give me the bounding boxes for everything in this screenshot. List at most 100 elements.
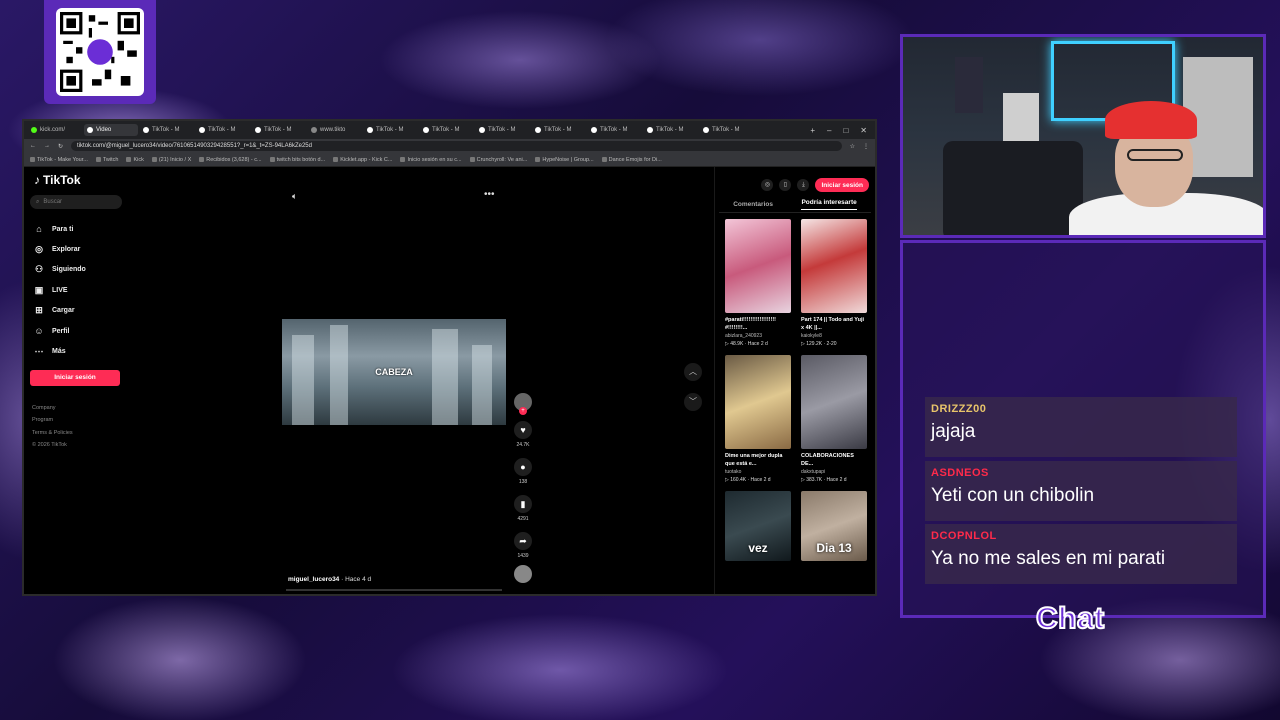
video-progress-bar[interactable] xyxy=(286,589,502,591)
download-icon[interactable]: ⤓ xyxy=(797,179,810,191)
qr-code-card xyxy=(44,0,156,104)
video-card[interactable]: Dia 13 xyxy=(801,491,867,561)
browser-tab[interactable]: kick.com/ xyxy=(28,124,82,136)
header-login-button[interactable]: Iniciar sesión xyxy=(815,178,869,192)
video-card-user[interactable]: tuotako xyxy=(725,469,791,475)
footer-link[interactable]: Program xyxy=(32,414,130,427)
tab-recommended[interactable]: Podría interesarte xyxy=(801,199,857,210)
sidebar-item-siguiendo[interactable]: ⚇ Siguiendo xyxy=(30,260,130,280)
browser-tab[interactable]: TikTok - M xyxy=(420,124,474,136)
bookmark-icon[interactable]: ▮ xyxy=(514,495,532,513)
video-thumbnail[interactable]: Dia 13 xyxy=(801,491,867,561)
footer-link[interactable]: Company xyxy=(32,402,130,415)
video-thumbnail[interactable] xyxy=(801,219,867,313)
share-icon[interactable]: ➦ xyxy=(514,532,532,550)
video-thumbnail[interactable] xyxy=(725,355,791,449)
more-options-icon[interactable]: ••• xyxy=(484,189,495,200)
sound-icon[interactable]: 🔈︎ xyxy=(292,191,297,202)
video-card[interactable]: vez xyxy=(725,491,791,561)
reload-icon[interactable]: ↻ xyxy=(58,143,63,150)
video-author[interactable]: miguel_lucero34 xyxy=(288,576,339,583)
music-disc-icon[interactable] xyxy=(514,565,532,583)
menu-icon[interactable]: ⋮ xyxy=(863,143,869,150)
video-card[interactable]: Dime una mejor dupla que está e... tuotak… xyxy=(725,355,791,483)
video-player[interactable]: CABEZA xyxy=(282,319,506,425)
video-thumbnail[interactable]: vez xyxy=(725,491,791,561)
like-icon[interactable]: ♥ xyxy=(514,421,532,439)
browser-tab[interactable]: www.tikto xyxy=(308,124,362,136)
browser-tab[interactable]: Video xyxy=(84,124,138,136)
follow-plus-icon[interactable]: + xyxy=(519,407,527,415)
browser-tab[interactable]: TikTok - M xyxy=(700,124,754,136)
tab-favicon-icon xyxy=(367,127,373,133)
sidebar-item-para-ti[interactable]: ⌂ Para ti xyxy=(30,219,130,239)
author-avatar[interactable]: + xyxy=(514,393,532,415)
tab-label: TikTok - M xyxy=(656,127,684,133)
tab-label: TikTok - M xyxy=(152,127,180,133)
chat-username: DCOPNLOL xyxy=(931,530,997,542)
search-input[interactable]: ⌕ Buscar xyxy=(30,195,122,209)
sidebar-item-más[interactable]: ⋯ Más xyxy=(30,341,130,361)
forward-icon[interactable]: → xyxy=(44,143,50,149)
url-field[interactable]: tiktok.com/@miguel_lucero34/video/761065… xyxy=(71,141,842,151)
bookmark-favicon-icon xyxy=(30,157,35,162)
maximize-icon[interactable]: □ xyxy=(843,126,848,135)
video-card[interactable]: Part 174 || Todo and Yuji x 4K ||... kaio… xyxy=(801,219,867,347)
bookmark-item[interactable]: Inicio sesión en su c... xyxy=(400,157,462,163)
tab-favicon-icon xyxy=(143,127,149,133)
bookmark-item[interactable]: Kicklet.app - Kick C... xyxy=(333,157,392,163)
video-thumbnail[interactable] xyxy=(725,219,791,313)
bookmark-label: HypeNoise | Group... xyxy=(542,156,594,163)
bookmark-item[interactable]: Recibidos (3,628) - c... xyxy=(199,157,262,163)
chevron-down-icon[interactable]: ﹀ xyxy=(684,393,702,411)
browser-tab[interactable]: TikTok - M xyxy=(196,124,250,136)
tab-label: kick.com/ xyxy=(40,127,66,133)
sidebar-item-cargar[interactable]: ⊞ Cargar xyxy=(30,301,130,321)
browser-tab[interactable]: TikTok - M xyxy=(644,124,698,136)
video-card-stats: ▷ 160.4K · Hace 2 d xyxy=(725,477,771,483)
sidebar-item-live[interactable]: ▣ LIVE xyxy=(30,280,130,300)
like-count: 24.7K xyxy=(516,442,530,448)
bookmark-item[interactable]: Dance Emojis for Di... xyxy=(601,157,662,163)
phone-icon[interactable]: ▯ xyxy=(779,179,792,191)
comment-icon[interactable]: ● xyxy=(514,458,532,476)
browser-tab[interactable]: TikTok - M xyxy=(476,124,530,136)
tiktok-logo[interactable]: ♪ TikTok xyxy=(34,173,130,187)
star-icon[interactable]: ☆ xyxy=(850,143,855,150)
chevron-up-icon[interactable]: ︿ xyxy=(684,363,702,381)
compass-icon[interactable]: ◎ xyxy=(761,179,774,191)
bookmark-item[interactable]: HypeNoise | Group... xyxy=(535,156,594,163)
browser-window: kick.com/Video TikTok - M TikTok - M TikTok… xyxy=(22,119,877,596)
browser-tab[interactable]: TikTok - M xyxy=(364,124,418,136)
browser-tab[interactable]: TikTok - M xyxy=(252,124,306,136)
video-card[interactable]: #parati!!!!!!!!!!!!!!!!!! #!!!!!!!!... ab… xyxy=(725,219,791,347)
video-card-user[interactable]: kaiokyle8 xyxy=(801,333,867,339)
sidebar-item-perfil[interactable]: ☺ Perfil xyxy=(30,321,130,341)
browser-tab[interactable]: TikTok - M xyxy=(532,124,586,136)
bookmark-item[interactable]: twitch bits botón d... xyxy=(269,157,325,163)
tab-comments[interactable]: Comentarios xyxy=(733,201,773,208)
video-card-user[interactable]: abizlara_240923 xyxy=(725,333,791,339)
close-icon[interactable]: ✕ xyxy=(860,126,867,135)
add-tab-icon[interactable]: + xyxy=(810,126,815,135)
minimize-icon[interactable]: – xyxy=(827,126,831,135)
bookmark-item[interactable]: Twitch xyxy=(95,157,118,163)
bookmark-item[interactable]: TikTok - Make Your... xyxy=(30,157,88,163)
bookmark-favicon-icon xyxy=(469,157,475,162)
browser-tab[interactable]: TikTok - M xyxy=(588,124,642,136)
bookmark-item[interactable]: Kick xyxy=(126,157,144,163)
bookmark-item[interactable]: (21) Inicio / X xyxy=(151,157,191,163)
sidebar-item-explorar[interactable]: ◎ Explorar xyxy=(30,239,130,259)
back-icon[interactable]: ← xyxy=(30,143,36,149)
view-count: 383.7K xyxy=(806,477,823,483)
video-card[interactable]: COLABORACIONES DE... dakxtupapi ▷ 383.7K ·… xyxy=(801,355,867,483)
search-icon: ⌕ xyxy=(36,198,40,205)
login-button[interactable]: Iniciar sesión xyxy=(30,369,120,386)
sidebar-item-label: Perfil xyxy=(52,327,70,335)
video-card-user[interactable]: dakxtupapi xyxy=(801,469,867,475)
browser-tab[interactable]: TikTok - M xyxy=(140,124,194,136)
sidebar-item-label: LIVE xyxy=(52,286,68,294)
video-thumbnail[interactable] xyxy=(801,355,867,449)
bookmark-item[interactable]: Crunchyroll: Ve ani... xyxy=(469,157,527,163)
footer-link[interactable]: Terms & Policies xyxy=(32,427,130,440)
